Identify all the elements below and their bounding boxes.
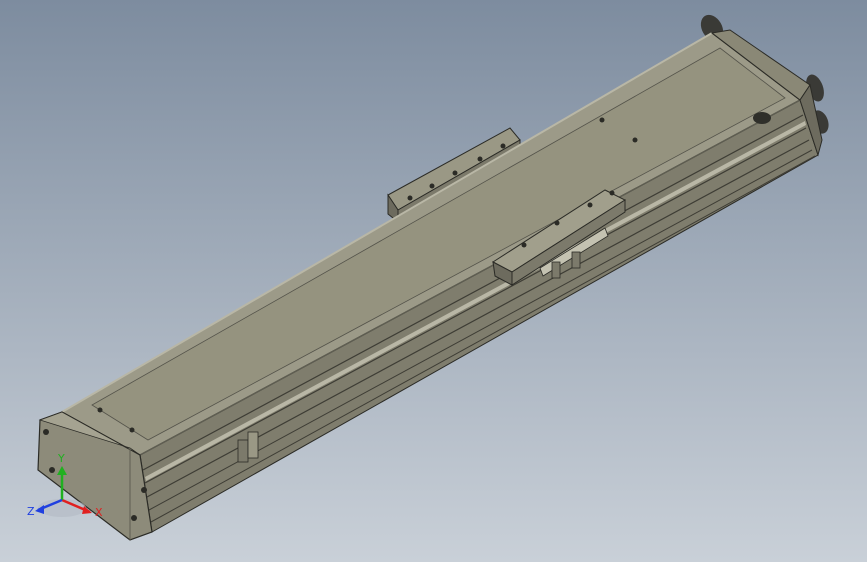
y-axis-label: Y <box>57 452 65 465</box>
graphics-viewport[interactable]: X Y Z <box>0 0 867 562</box>
z-axis-label: Z <box>27 505 35 518</box>
x-axis-label: X <box>95 506 103 519</box>
module-body[interactable] <box>37 29 823 541</box>
linear-module-model[interactable]: X Y Z <box>0 0 867 562</box>
